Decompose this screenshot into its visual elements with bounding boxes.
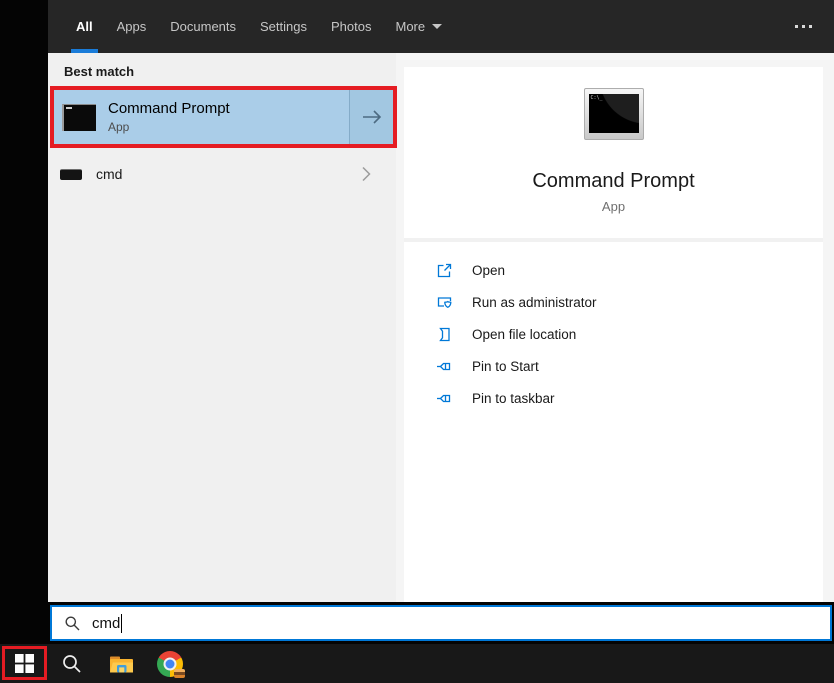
tab-all[interactable]: All xyxy=(64,0,105,53)
tab-apps[interactable]: Apps xyxy=(105,0,159,53)
command-prompt-icon: C:\_ xyxy=(584,88,644,140)
pin-icon xyxy=(436,390,453,407)
tab-settings[interactable]: Settings xyxy=(248,0,319,53)
results-list-panel: Best match Command Prompt App xyxy=(48,53,396,602)
file-explorer-icon xyxy=(109,654,134,674)
open-icon xyxy=(436,262,453,279)
action-open[interactable]: Open xyxy=(404,254,823,286)
command-prompt-icon xyxy=(62,104,96,131)
tab-documents[interactable]: Documents xyxy=(158,0,248,53)
action-pin-to-start[interactable]: Pin to Start xyxy=(404,350,823,382)
arrow-right-icon xyxy=(360,108,384,126)
start-button[interactable] xyxy=(5,649,44,677)
best-match-result[interactable]: Command Prompt App xyxy=(54,90,393,144)
action-list: Open Run as administrator xyxy=(404,254,823,414)
taskbar-chrome-button[interactable] xyxy=(150,644,190,683)
search-input-value: cmd xyxy=(92,615,120,632)
taskbar xyxy=(0,644,834,683)
action-pin-to-taskbar[interactable]: Pin to taskbar xyxy=(404,382,823,414)
result-detail-panel: C:\_ Command Prompt App Open xyxy=(404,67,823,602)
windows-search-screen: { "topbar": { "tabs": [ { "label": "All"… xyxy=(0,0,834,683)
search-filter-bar: All Apps Documents Settings Photos More xyxy=(48,0,834,53)
search-results-area: Best match Command Prompt App xyxy=(48,53,834,602)
chrome-badge-icon xyxy=(174,669,185,678)
ellipsis-menu-button[interactable] xyxy=(795,0,812,53)
tab-photos[interactable]: Photos xyxy=(319,0,383,53)
search-flyout-window: All Apps Documents Settings Photos More … xyxy=(48,0,834,602)
detail-app-title: Command Prompt xyxy=(404,170,823,193)
filter-tabs: All Apps Documents Settings Photos More xyxy=(64,0,454,53)
open-file-location-icon xyxy=(436,326,453,343)
taskbar-search-button[interactable] xyxy=(52,644,92,683)
command-prompt-icon xyxy=(60,169,82,180)
tab-more[interactable]: More xyxy=(383,0,454,53)
action-run-as-administrator[interactable]: Run as administrator xyxy=(404,286,823,318)
windows-logo-icon xyxy=(15,654,34,673)
best-match-title: Command Prompt xyxy=(108,100,230,117)
detail-app-subtitle: App xyxy=(404,199,823,214)
text-cursor xyxy=(121,614,122,633)
search-icon xyxy=(61,653,83,675)
pin-icon xyxy=(436,358,453,375)
annotation-box-start-button xyxy=(2,646,47,680)
search-input[interactable]: cmd xyxy=(50,605,832,641)
chrome-icon xyxy=(157,651,183,677)
search-suggestion-cmd[interactable]: cmd xyxy=(48,155,396,193)
expand-result-button[interactable] xyxy=(349,90,393,144)
chevron-right-icon[interactable] xyxy=(360,164,372,184)
divider xyxy=(404,238,823,242)
search-icon xyxy=(64,615,81,632)
action-open-file-location[interactable]: Open file location xyxy=(404,318,823,350)
run-as-admin-icon xyxy=(436,294,453,311)
ellipsis-icon xyxy=(795,25,798,28)
annotation-box-best-match: Command Prompt App xyxy=(50,86,397,148)
taskbar-file-explorer-button[interactable] xyxy=(101,644,141,683)
suggestion-label: cmd xyxy=(96,166,122,182)
best-match-header: Best match xyxy=(64,64,134,79)
chevron-down-icon xyxy=(432,24,442,29)
best-match-subtitle: App xyxy=(108,120,230,134)
